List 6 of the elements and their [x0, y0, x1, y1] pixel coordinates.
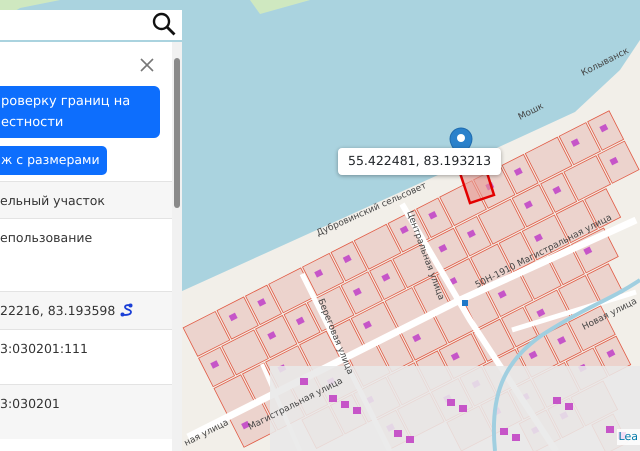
coordinates-popup: 55.422481, 83.193213	[338, 148, 502, 175]
info-value: 22216, 83.193598	[0, 302, 116, 318]
info-value: 3:030201	[0, 396, 60, 411]
info-value: ельный участок	[0, 192, 105, 208]
info-value: епользование	[0, 230, 92, 245]
info-value: 3:030201:111	[0, 340, 88, 356]
